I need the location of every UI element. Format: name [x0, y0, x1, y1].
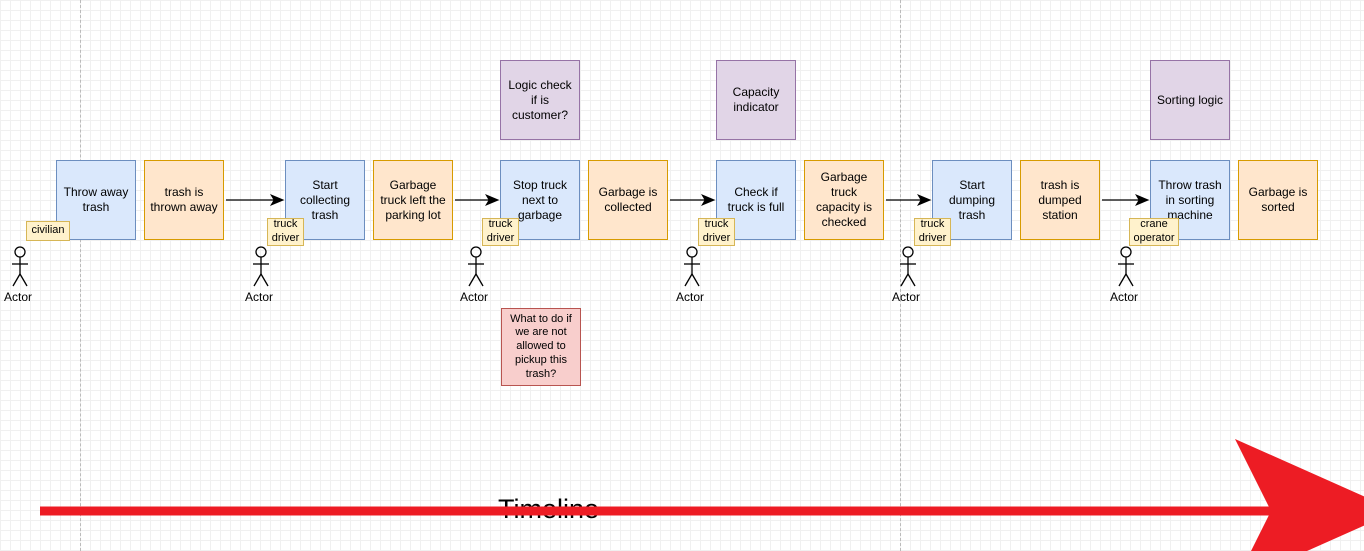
actor-label-5: Actor [1110, 290, 1138, 304]
grid-guide [900, 0, 901, 551]
actor-label-3: Actor [676, 290, 704, 304]
logic-box-capacity[interactable]: Capacity indicator [716, 60, 796, 140]
actor-label-4: Actor [892, 290, 920, 304]
actor-label-1: Actor [245, 290, 273, 304]
result-garbage-collected[interactable]: Garbage is collected [588, 160, 668, 240]
timeline-label: Timeline [498, 494, 599, 525]
result-capacity-checked[interactable]: Garbage truck capacity is checked [804, 160, 884, 240]
role-crane-operator[interactable]: crane operator [1129, 218, 1179, 246]
role-truck-driver-2[interactable]: truck driver [482, 218, 519, 246]
result-dumped-station[interactable]: trash is dumped station [1020, 160, 1100, 240]
question-note[interactable]: What to do if we are not allowed to pick… [501, 308, 581, 386]
actor-label-2: Actor [460, 290, 488, 304]
actor-icon [12, 247, 1134, 286]
diagram-canvas[interactable]: Logic check if is customer? Capacity ind… [0, 0, 1364, 551]
grid-guide [80, 0, 81, 551]
result-left-lot[interactable]: Garbage truck left the parking lot [373, 160, 453, 240]
logic-box-sorting[interactable]: Sorting logic [1150, 60, 1230, 140]
result-sorted[interactable]: Garbage is sorted [1238, 160, 1318, 240]
role-truck-driver-1[interactable]: truck driver [267, 218, 304, 246]
role-civilian[interactable]: civilian [26, 221, 70, 241]
role-truck-driver-4[interactable]: truck driver [914, 218, 951, 246]
actor-label-0: Actor [4, 290, 32, 304]
role-truck-driver-3[interactable]: truck driver [698, 218, 735, 246]
logic-box-customer[interactable]: Logic check if is customer? [500, 60, 580, 140]
result-thrown-away[interactable]: trash is thrown away [144, 160, 224, 240]
